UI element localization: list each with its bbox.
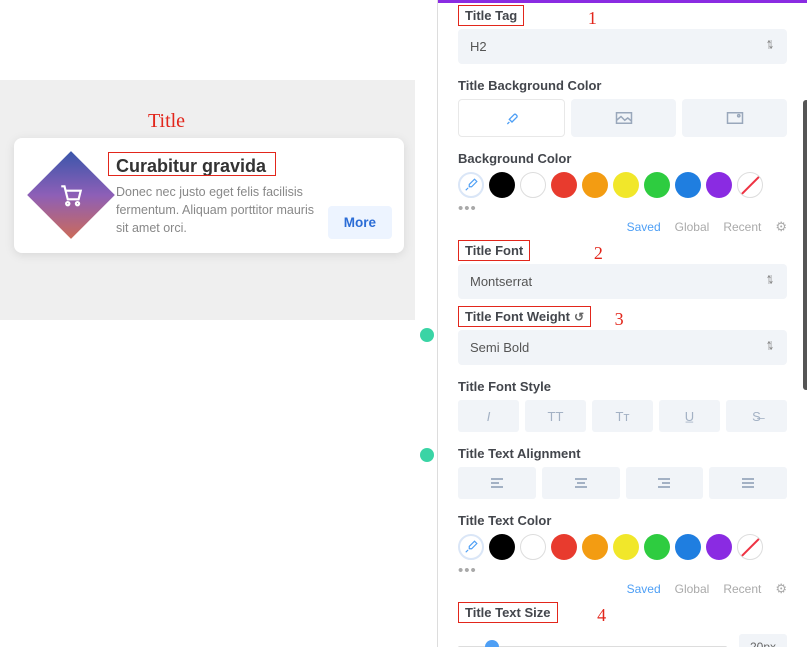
swatch-empty[interactable] [520, 172, 546, 198]
align-right-button[interactable] [626, 467, 704, 499]
title-text-size-label: Title Text Size [458, 602, 558, 623]
settings-panel: Title Tag 1 H2 Title Background Color Ba… [437, 0, 807, 647]
eyedropper-icon-2[interactable] [458, 534, 484, 560]
preview-card: Curabitur gravida Donec nec justo eget f… [14, 138, 404, 253]
align-center-button[interactable] [542, 467, 620, 499]
text-swatch-purple[interactable] [706, 534, 732, 560]
card-title: Curabitur gravida [116, 156, 386, 177]
text-swatch-empty[interactable] [520, 534, 546, 560]
text-swatch-red[interactable] [551, 534, 577, 560]
text-size-value[interactable]: 20px [739, 634, 787, 647]
reset-icon[interactable]: ↺ [574, 310, 584, 324]
title-font-weight-label: Title Font Weight ↺ [458, 306, 591, 327]
more-swatches-icon[interactable]: ••• [458, 200, 787, 217]
more-button[interactable]: More [328, 206, 392, 239]
bg-tab-image[interactable] [682, 99, 787, 137]
palette-footer: Saved Global Recent ⚙ [458, 219, 787, 235]
swatch-black[interactable] [489, 172, 515, 198]
title-align-label: Title Text Alignment [458, 446, 787, 461]
annotation-3: 3 [615, 309, 624, 330]
uppercase-button[interactable]: TT [525, 400, 586, 432]
text-swatch-yellow[interactable] [613, 534, 639, 560]
title-bg-color-label: Title Background Color [458, 78, 787, 93]
title-font-select[interactable]: Montserrat [458, 264, 787, 299]
swatch-blue[interactable] [675, 172, 701, 198]
bg-tab-gradient[interactable] [571, 99, 676, 137]
title-font-weight-row: Title Font Weight ↺ 3 [458, 309, 787, 330]
strike-button[interactable]: S̶ [726, 400, 787, 432]
palette-recent[interactable]: Recent [723, 220, 761, 234]
italic-button[interactable]: I [458, 400, 519, 432]
scrollbar[interactable] [803, 100, 807, 390]
palette-footer-2: Saved Global Recent ⚙ [458, 581, 787, 597]
gear-icon[interactable]: ⚙ [775, 219, 787, 235]
align-left-button[interactable] [458, 467, 536, 499]
title-font-style-label: Title Font Style [458, 379, 787, 394]
swatch-orange[interactable] [582, 172, 608, 198]
swatch-yellow[interactable] [613, 172, 639, 198]
gear-icon-2[interactable]: ⚙ [775, 581, 787, 597]
title-font-row: Title Font 2 [458, 243, 787, 264]
title-text-size-row: Title Text Size 4 [458, 605, 787, 626]
text-color-swatches [458, 534, 787, 560]
text-swatch-black[interactable] [489, 534, 515, 560]
title-font-label: Title Font [458, 240, 530, 261]
slider-thumb[interactable] [485, 640, 499, 647]
cart-icon [27, 151, 115, 239]
underline-button[interactable]: U̲ [659, 400, 720, 432]
text-size-slider-row: 20px [458, 634, 787, 647]
hover-handle-1[interactable] [420, 328, 434, 342]
text-swatch-orange[interactable] [582, 534, 608, 560]
more-swatches-2-icon[interactable]: ••• [458, 562, 787, 579]
hover-handle-2[interactable] [420, 448, 434, 462]
swatch-purple[interactable] [706, 172, 732, 198]
font-style-buttons: I TT Tᴛ U̲ S̶ [458, 400, 787, 432]
swatch-none[interactable] [737, 172, 763, 198]
smallcaps-button[interactable]: Tᴛ [592, 400, 653, 432]
palette2-global[interactable]: Global [675, 582, 710, 596]
palette-global[interactable]: Global [675, 220, 710, 234]
title-font-weight-text: Title Font Weight [465, 309, 570, 324]
annotation-title-label: Title [148, 110, 185, 133]
bg-type-tabs [458, 99, 787, 137]
text-swatch-blue[interactable] [675, 534, 701, 560]
swatch-red[interactable] [551, 172, 577, 198]
palette2-saved[interactable]: Saved [627, 582, 661, 596]
title-tag-select[interactable]: H2 [458, 29, 787, 64]
text-swatch-none[interactable] [737, 534, 763, 560]
text-swatch-green[interactable] [644, 534, 670, 560]
title-text-color-label: Title Text Color [458, 513, 787, 528]
swatch-green[interactable] [644, 172, 670, 198]
bg-tab-color[interactable] [458, 99, 565, 137]
title-tag-label: Title Tag [458, 5, 524, 26]
annotation-4: 4 [597, 605, 606, 626]
title-tag-row: Title Tag 1 [458, 8, 787, 29]
card-description: Donec nec justo eget felis facilisis fer… [116, 183, 326, 237]
annotation-box-title [108, 152, 276, 176]
background-color-label: Background Color [458, 151, 787, 166]
alignment-buttons [458, 467, 787, 499]
bg-color-swatches [458, 172, 787, 198]
eyedropper-icon[interactable] [458, 172, 484, 198]
title-font-weight-select[interactable]: Semi Bold [458, 330, 787, 365]
palette-saved[interactable]: Saved [627, 220, 661, 234]
preview-pane: Title Curabitur gravida Donec nec justo … [0, 0, 430, 647]
palette2-recent[interactable]: Recent [723, 582, 761, 596]
align-justify-button[interactable] [709, 467, 787, 499]
annotation-1: 1 [588, 8, 597, 29]
annotation-2: 2 [594, 243, 603, 264]
